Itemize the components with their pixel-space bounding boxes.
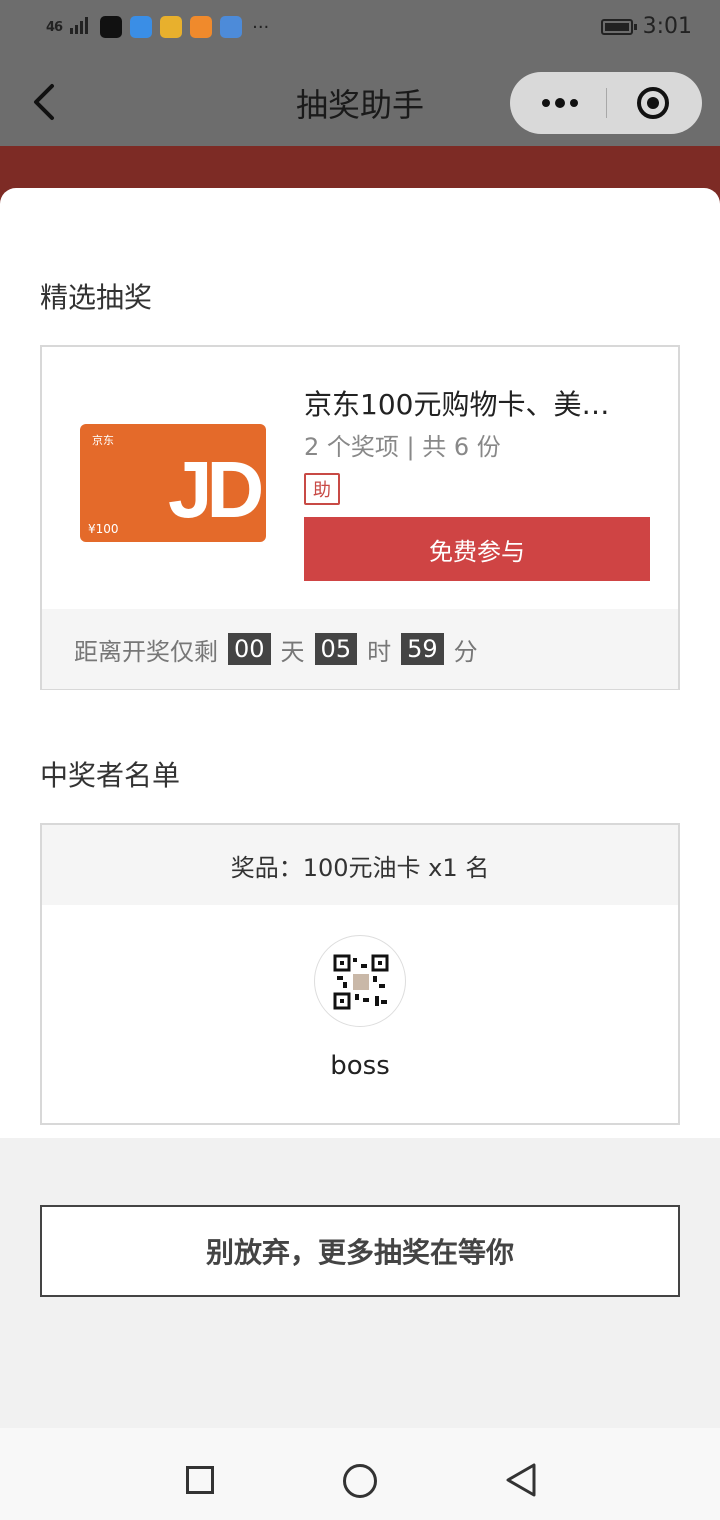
- countdown: 距离开奖仅剩 00 天 05 时 59 分: [42, 609, 678, 689]
- video-icon: [190, 16, 213, 38]
- featured-section-title: 精选抽奖: [40, 281, 153, 314]
- jd-letters: JD: [168, 445, 264, 534]
- countdown-days-unit: 天: [280, 637, 305, 666]
- help-tag: 助: [304, 473, 340, 505]
- status-right: 3:01: [600, 14, 692, 39]
- capsule-divider: [606, 88, 607, 118]
- countdown-hours-unit: 时: [367, 637, 392, 666]
- signal-icon: 46: [46, 19, 63, 35]
- system-nav-bar: [0, 1428, 720, 1520]
- target-circle-icon[interactable]: [636, 86, 670, 120]
- app-icon-yellow: [160, 16, 183, 38]
- card-value: ¥100: [88, 522, 119, 536]
- status-bar: 46 ··· 3:01: [0, 0, 720, 58]
- countdown-minutes-unit: 分: [453, 637, 478, 666]
- battery-icon: [600, 18, 637, 35]
- prize-meta: 2 个奖项 | 共 6 份: [304, 433, 501, 461]
- browser-icon: [130, 16, 153, 38]
- screen: 46 ··· 3:01 抽奖助手 精选抽奖 京东 JD ¥100 京东100元购…: [0, 0, 720, 1520]
- join-button[interactable]: 免费参与: [304, 517, 650, 581]
- clock: 3:01: [642, 14, 692, 39]
- winners-section-title: 中奖者名单: [40, 759, 181, 792]
- prize-name: 京东100元购物卡、美…: [304, 388, 610, 421]
- countdown-days: 00: [228, 633, 271, 665]
- countdown-hours: 05: [314, 633, 358, 665]
- status-left: 46 ···: [46, 16, 269, 38]
- winner-prize-line: 奖品：100元油卡 x1 名: [42, 825, 678, 905]
- bars-icon: [70, 16, 92, 38]
- home-icon[interactable]: [343, 1464, 377, 1498]
- tiktok-icon: [100, 16, 123, 38]
- more-lotteries-button[interactable]: 别放弃，更多抽奖在等你: [40, 1205, 680, 1297]
- qr-code-avatar-icon: [333, 954, 389, 1010]
- jd-logo-text: 京东: [92, 434, 114, 447]
- countdown-prefix: 距离开奖仅剩: [74, 637, 218, 666]
- more-notifications-icon: ···: [252, 16, 270, 38]
- jd-gift-card-image: 京东 JD ¥100: [80, 424, 266, 542]
- lottery-card[interactable]: 京东 JD ¥100 京东100元购物卡、美… 2 个奖项 | 共 6 份 助 …: [40, 345, 680, 690]
- more-dots-icon[interactable]: [540, 90, 580, 117]
- nav-bar: 抽奖助手: [0, 58, 720, 146]
- countdown-minutes: 59: [401, 633, 444, 665]
- music-icon: [220, 16, 243, 38]
- avatar[interactable]: [314, 935, 406, 1027]
- content-sheet: 精选抽奖 京东 JD ¥100 京东100元购物卡、美… 2 个奖项 | 共 6…: [0, 188, 720, 1138]
- winners-card: 奖品：100元油卡 x1 名 boss: [40, 823, 680, 1125]
- mini-program-capsule: [510, 72, 702, 134]
- back-triangle-icon[interactable]: [504, 1462, 538, 1498]
- recents-icon[interactable]: [186, 1466, 214, 1494]
- winner-name: boss: [330, 1051, 390, 1081]
